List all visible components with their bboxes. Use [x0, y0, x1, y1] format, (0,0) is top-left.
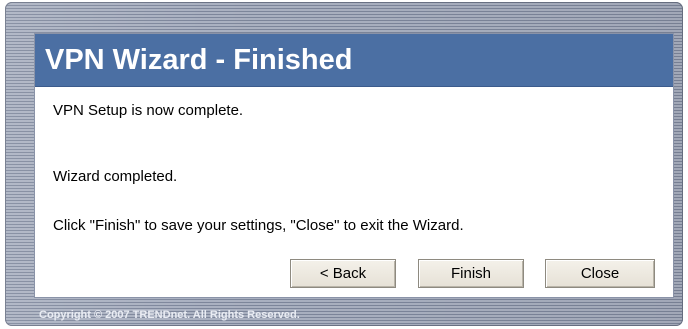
vpn-wizard-dialog: VPN Wizard - Finished VPN Setup is now c…	[34, 33, 674, 298]
back-button[interactable]: < Back	[290, 259, 396, 288]
close-button[interactable]: Close	[545, 259, 655, 288]
title-bar: VPN Wizard - Finished	[35, 34, 673, 87]
copyright-footer: Copyright © 2007 TRENDnet. All Rights Re…	[39, 309, 300, 321]
finish-button[interactable]: Finish	[418, 259, 524, 288]
setup-complete-message: VPN Setup is now complete.	[53, 102, 244, 119]
wizard-completed-message: Wizard completed.	[53, 168, 178, 185]
dialog-title: VPN Wizard - Finished	[45, 44, 353, 76]
instructions-message: Click "Finish" to save your settings, "C…	[53, 217, 464, 234]
window-frame: VPN Wizard - Finished VPN Setup is now c…	[5, 2, 683, 326]
